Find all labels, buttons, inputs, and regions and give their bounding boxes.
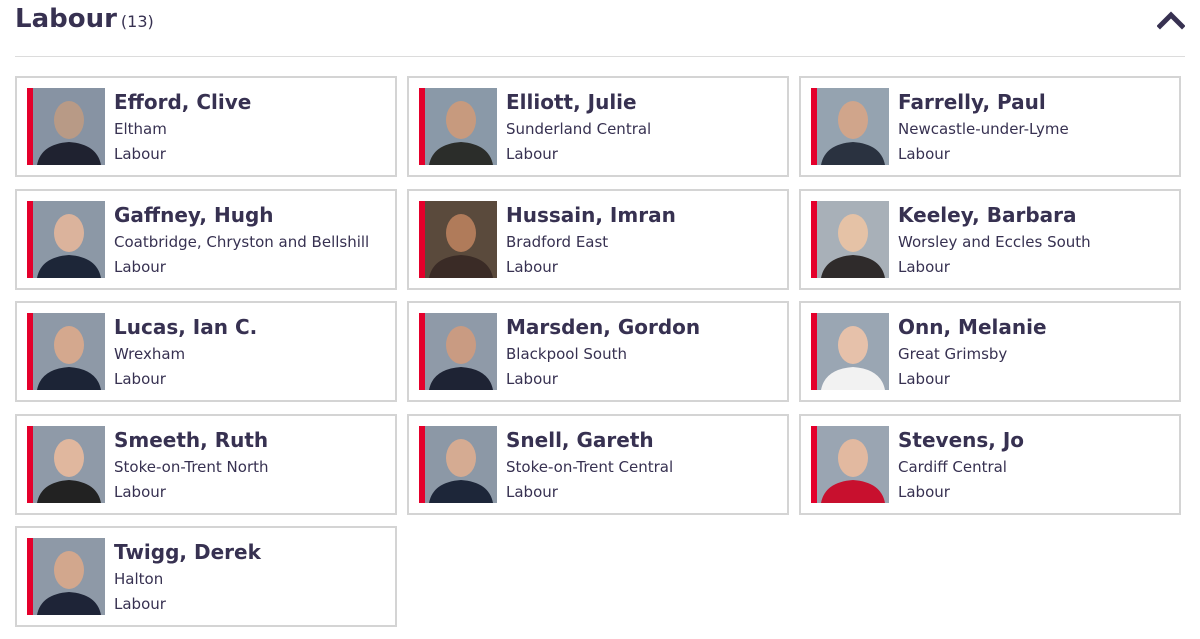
member-party: Labour [114, 595, 166, 613]
member-card[interactable]: Twigg, Derek Halton Labour [15, 526, 397, 627]
member-constituency: Worsley and Eccles South [898, 233, 1091, 251]
member-constituency: Bradford East [506, 233, 609, 251]
member-photo [33, 313, 105, 390]
member-photo [817, 426, 889, 503]
section-title: Labour (13) [15, 4, 154, 34]
member-constituency: Newcastle-under-Lyme [898, 120, 1069, 138]
member-name[interactable]: Keeley, Barbara [898, 203, 1077, 227]
member-photo [33, 88, 105, 165]
member-name[interactable]: Smeeth, Ruth [114, 428, 268, 452]
member-name[interactable]: Marsden, Gordon [506, 315, 700, 339]
member-party: Labour [506, 145, 558, 163]
member-card[interactable]: Marsden, Gordon Blackpool South Labour [407, 301, 789, 402]
member-card[interactable]: Efford, Clive Eltham Labour [15, 76, 397, 177]
member-constituency: Halton [114, 570, 164, 588]
member-photo [817, 88, 889, 165]
member-name[interactable]: Gaffney, Hugh [114, 203, 274, 227]
member-card[interactable]: Lucas, Ian C. Wrexham Labour [15, 301, 397, 402]
member-party: Labour [506, 483, 558, 501]
member-card[interactable]: Hussain, Imran Bradford East Labour [407, 189, 789, 290]
member-constituency: Cardiff Central [898, 458, 1007, 476]
member-card[interactable]: Stevens, Jo Cardiff Central Labour [799, 414, 1181, 515]
member-party: Labour [114, 258, 166, 276]
collapse-button[interactable] [1156, 6, 1186, 34]
member-party: Labour [506, 258, 558, 276]
member-photo [425, 201, 497, 278]
member-constituency: Sunderland Central [506, 120, 652, 138]
member-constituency: Stoke-on-Trent North [114, 458, 269, 476]
member-name[interactable]: Elliott, Julie [506, 90, 637, 114]
member-card[interactable]: Gaffney, Hugh Coatbridge, Chryston and Be… [15, 189, 397, 290]
section-title-text: Labour [15, 4, 117, 34]
member-constituency: Blackpool South [506, 345, 627, 363]
member-photo [817, 201, 889, 278]
member-constituency: Coatbridge, Chryston and Bellshill [114, 233, 370, 251]
member-constituency: Great Grimsby [898, 345, 1008, 363]
member-photo [425, 313, 497, 390]
member-name[interactable]: Hussain, Imran [506, 203, 676, 227]
member-name[interactable]: Stevens, Jo [898, 428, 1024, 452]
member-constituency: Stoke-on-Trent Central [506, 458, 674, 476]
party-section-header: Labour (13) [15, 0, 1186, 57]
member-card[interactable]: Farrelly, Paul Newcastle-under-Lyme Labour [799, 76, 1181, 177]
member-party: Labour [114, 370, 166, 388]
member-name[interactable]: Efford, Clive [114, 90, 251, 114]
member-constituency: Eltham [114, 120, 167, 138]
member-party: Labour [898, 483, 950, 501]
member-name[interactable]: Farrelly, Paul [898, 90, 1046, 114]
member-card[interactable]: Snell, Gareth Stoke-on-Trent Central Labou… [407, 414, 789, 515]
member-count: (13) [120, 12, 154, 31]
member-party: Labour [898, 258, 950, 276]
member-photo [425, 426, 497, 503]
member-photo [33, 201, 105, 278]
member-card[interactable]: Keeley, Barbara Worsley and Eccles South L… [799, 189, 1181, 290]
chevron-up-icon [1156, 11, 1186, 30]
member-party: Labour [506, 370, 558, 388]
member-photo [33, 426, 105, 503]
member-name[interactable]: Lucas, Ian C. [114, 315, 257, 339]
member-photo [33, 538, 105, 615]
member-name[interactable]: Twigg, Derek [114, 540, 261, 564]
member-constituency: Wrexham [114, 345, 186, 363]
member-name[interactable]: Onn, Melanie [898, 315, 1047, 339]
member-photo [817, 313, 889, 390]
member-card[interactable]: Onn, Melanie Great Grimsby Labour [799, 301, 1181, 402]
member-party: Labour [898, 370, 950, 388]
member-party: Labour [114, 145, 166, 163]
member-card[interactable]: Elliott, Julie Sunderland Central Labour [407, 76, 789, 177]
member-party: Labour [898, 145, 950, 163]
member-party: Labour [114, 483, 166, 501]
member-photo [425, 88, 497, 165]
member-card[interactable]: Smeeth, Ruth Stoke-on-Trent North Labour [15, 414, 397, 515]
member-name[interactable]: Snell, Gareth [506, 428, 654, 452]
